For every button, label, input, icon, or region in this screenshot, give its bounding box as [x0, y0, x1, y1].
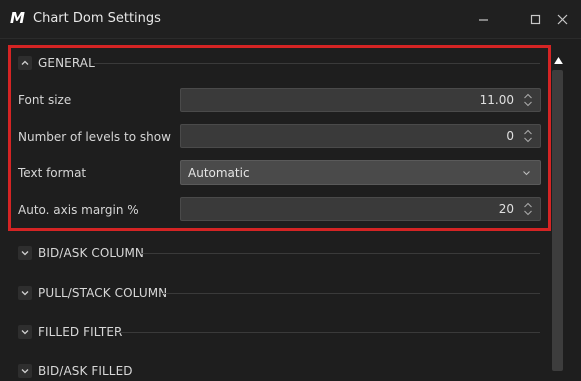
- spinner-icon[interactable]: [522, 128, 534, 144]
- section-divider: [94, 63, 540, 64]
- close-icon: [557, 14, 567, 24]
- axis-margin-label: Auto. axis margin %: [18, 203, 139, 217]
- section-general-header[interactable]: GENERAL: [18, 53, 95, 73]
- section-pull-stack-column-label: PULL/STACK COLUMN: [38, 286, 168, 300]
- app-logo-icon: M: [10, 9, 25, 27]
- section-divider: [116, 332, 540, 333]
- font-size-field[interactable]: 11.00: [180, 88, 541, 112]
- section-bid-ask-filled-label: BID/ASK FILLED: [38, 364, 133, 378]
- section-general-label: GENERAL: [38, 56, 95, 70]
- section-filled-filter-header[interactable]: FILLED FILTER: [18, 322, 122, 342]
- font-size-value: 11.00: [479, 93, 514, 107]
- section-bid-ask-filled-header[interactable]: BID/ASK FILLED: [18, 361, 133, 381]
- text-format-select[interactable]: Automatic: [180, 160, 541, 185]
- vertical-scrollbar[interactable]: [551, 50, 565, 371]
- maximize-icon: [530, 14, 540, 24]
- axis-margin-field[interactable]: 20: [180, 197, 541, 221]
- chevron-down-icon: [18, 246, 32, 260]
- chevron-down-icon: [18, 325, 32, 339]
- axis-margin-value: 20: [498, 202, 514, 216]
- section-divider: [162, 293, 540, 294]
- section-filled-filter-label: FILLED FILTER: [38, 325, 123, 339]
- minimize-icon: [478, 18, 488, 21]
- minimize-button[interactable]: [472, 9, 494, 29]
- levels-label: Number of levels to show: [18, 130, 171, 144]
- title-bar: M Chart Dom Settings: [0, 0, 581, 39]
- window-title: Chart Dom Settings: [33, 11, 161, 26]
- scroll-up-button[interactable]: [552, 54, 564, 66]
- chevron-down-icon: [18, 364, 32, 378]
- section-bid-ask-column-header[interactable]: BID/ASK COLUMN: [18, 243, 144, 263]
- spinner-icon[interactable]: [522, 201, 534, 217]
- section-pull-stack-column-header[interactable]: PULL/STACK COLUMN: [18, 283, 167, 303]
- maximize-button[interactable]: [524, 9, 546, 29]
- text-format-value: Automatic: [188, 166, 250, 180]
- chevron-down-icon: [18, 286, 32, 300]
- levels-value: 0: [506, 129, 514, 143]
- section-divider: [141, 253, 540, 254]
- levels-field[interactable]: 0: [180, 124, 541, 148]
- section-bid-ask-column-label: BID/ASK COLUMN: [38, 246, 144, 260]
- font-size-label: Font size: [18, 93, 72, 107]
- scroll-thumb[interactable]: [552, 70, 563, 371]
- text-format-label: Text format: [18, 166, 87, 180]
- chevron-up-icon: [18, 56, 32, 70]
- spinner-icon[interactable]: [522, 92, 534, 108]
- scroll-up-arrow-icon: [553, 56, 563, 64]
- close-button[interactable]: [551, 9, 573, 29]
- chevron-down-icon: [523, 171, 530, 176]
